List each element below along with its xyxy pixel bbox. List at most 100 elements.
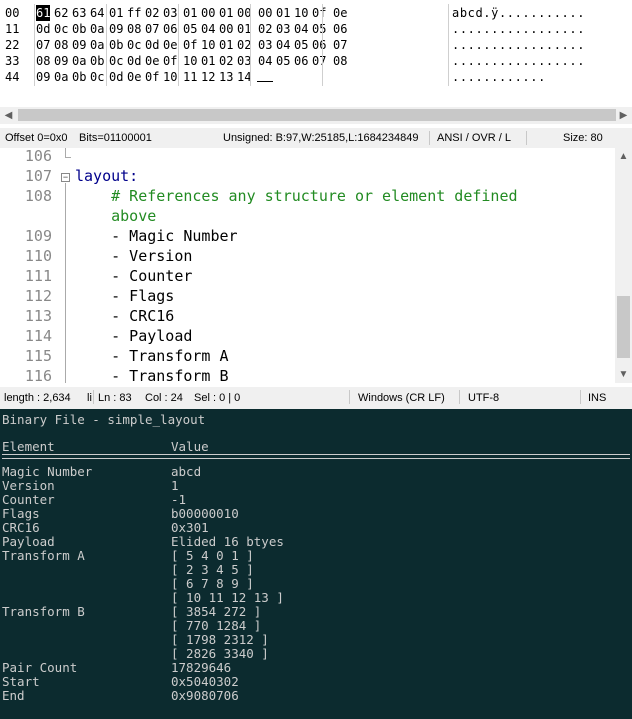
code-line[interactable]: 115 - Transform A (0, 346, 612, 366)
hex-byte[interactable]: 01 (201, 53, 215, 69)
hex-byte[interactable]: 0b (72, 69, 86, 85)
hex-byte[interactable]: 64 (90, 5, 104, 21)
hex-byte[interactable]: 09 (54, 53, 68, 69)
hex-byte[interactable]: 11 (183, 69, 197, 85)
hex-byte[interactable]: 08 (54, 37, 68, 53)
hex-byte[interactable]: 0a (54, 69, 68, 85)
hex-byte[interactable]: 10 (201, 37, 215, 53)
hex-byte[interactable]: ff (127, 5, 141, 21)
hex-byte[interactable]: 08 (333, 53, 347, 69)
hex-byte[interactable]: 0a (90, 21, 104, 37)
hex-byte[interactable]: 07 (145, 21, 159, 37)
code-editor-pane[interactable]: 106 107 layout: 108 # References any struct… (0, 148, 632, 383)
hex-byte[interactable]: 04 (294, 21, 308, 37)
hex-byte[interactable]: 08 (36, 53, 50, 69)
hex-byte[interactable]: 01 (219, 5, 233, 21)
hex-byte[interactable]: 09 (109, 21, 123, 37)
hex-byte[interactable]: 02 (219, 53, 233, 69)
hex-ascii-column[interactable]: ................. (452, 21, 585, 37)
hex-byte[interactable]: 07 (312, 53, 326, 69)
hex-byte[interactable]: 06 (163, 21, 177, 37)
code-line[interactable]: 111 - Counter (0, 266, 612, 286)
code-line[interactable]: 116 - Transform B (0, 366, 612, 383)
hex-byte[interactable]: 0b (90, 53, 104, 69)
scroll-right-arrow-icon[interactable]: ▶ (615, 107, 632, 124)
hex-byte[interactable]: 09 (36, 69, 50, 85)
hex-byte[interactable]: 00 (219, 21, 233, 37)
hex-byte[interactable]: 0d (145, 37, 159, 53)
code-line[interactable]: 109 - Magic Number (0, 226, 612, 246)
hex-byte[interactable]: 0c (54, 21, 68, 37)
hex-byte[interactable]: 0e (333, 5, 347, 21)
hex-byte[interactable]: 0e (127, 69, 141, 85)
hex-byte[interactable]: 01 (219, 37, 233, 53)
hex-byte[interactable]: 06 (294, 53, 308, 69)
hex-byte[interactable]: 05 (183, 21, 197, 37)
hex-byte[interactable]: 09 (72, 37, 86, 53)
hex-byte[interactable]: 0b (72, 21, 86, 37)
hex-byte[interactable]: 00 (258, 5, 272, 21)
hex-byte[interactable]: 08 (127, 21, 141, 37)
code-line[interactable]: above (0, 206, 612, 226)
encoding-status[interactable]: UTF-8 (468, 387, 499, 409)
ins-status[interactable]: INS (588, 387, 606, 409)
hex-byte[interactable]: 0f (183, 37, 197, 53)
hex-byte[interactable]: 02 (145, 5, 159, 21)
hex-byte[interactable]: 12 (201, 69, 215, 85)
hex-byte[interactable]: 13 (219, 69, 233, 85)
hex-byte[interactable]: 0c (127, 37, 141, 53)
scroll-left-arrow-icon[interactable]: ◀ (0, 107, 17, 124)
code-line[interactable]: 114 - Payload (0, 326, 612, 346)
hex-byte[interactable]: 04 (258, 53, 272, 69)
code-line[interactable]: 112 - Flags (0, 286, 612, 306)
hex-byte[interactable]: 0a (90, 37, 104, 53)
fold-collapse-icon[interactable]: − (61, 173, 70, 182)
hex-byte[interactable]: 00 (201, 5, 215, 21)
code-line[interactable]: 106 (0, 148, 612, 166)
hex-ascii-column[interactable]: ................. (452, 37, 585, 53)
hex-byte[interactable]: 01 (276, 5, 290, 21)
hex-ascii-column[interactable]: abcd.ÿ........... (452, 5, 585, 21)
hex-byte[interactable]: 03 (163, 5, 177, 21)
hex-byte[interactable]: 10 (183, 53, 197, 69)
hex-byte[interactable]: 01 (109, 5, 123, 21)
hex-byte[interactable]: 0a (72, 53, 86, 69)
hex-byte[interactable]: 06 (333, 21, 347, 37)
hex-byte[interactable]: 61 (36, 5, 51, 21)
hex-byte[interactable]: 0f (145, 69, 159, 85)
hex-editor-pane[interactable]: 00 61 62 63 64 01 ff 02 03 01 00 01 00 00 01 10 0f 0e abcd… (0, 0, 632, 129)
hex-byte[interactable]: 63 (72, 5, 86, 21)
hex-byte[interactable]: 62 (54, 5, 68, 21)
hex-byte[interactable]: 04 (276, 37, 290, 53)
hex-ascii-column[interactable]: ............ (452, 69, 546, 85)
hex-scroll-thumb[interactable] (18, 109, 616, 121)
hex-byte[interactable]: 0e (145, 53, 159, 69)
hex-byte[interactable]: 02 (258, 21, 272, 37)
hex-byte[interactable]: 0b (109, 37, 123, 53)
hex-byte[interactable]: 01 (183, 5, 197, 21)
hex-byte[interactable]: 0c (109, 53, 123, 69)
hex-byte[interactable]: 10 (294, 5, 308, 21)
hex-byte[interactable]: 0d (36, 21, 50, 37)
hex-byte[interactable]: 0d (127, 53, 141, 69)
code-line[interactable]: 113 - CRC16 (0, 306, 612, 326)
code-scroll-thumb[interactable] (617, 296, 630, 358)
scroll-up-arrow-icon[interactable]: ▲ (615, 148, 632, 165)
hex-byte[interactable]: 05 (276, 53, 290, 69)
eol-status[interactable]: Windows (CR LF) (358, 387, 445, 409)
hex-byte[interactable]: 0f (163, 53, 177, 69)
hex-byte[interactable]: 03 (276, 21, 290, 37)
hex-ascii-column[interactable]: ................. (452, 53, 585, 69)
code-line[interactable]: 110 - Version (0, 246, 612, 266)
hex-byte[interactable]: 0f (312, 5, 326, 21)
console-output[interactable]: Binary File - simple_layout Element Valu… (0, 409, 632, 719)
hex-horizontal-scrollbar[interactable]: ◀ ▶ (0, 107, 632, 124)
hex-byte[interactable]: 04 (201, 21, 215, 37)
hex-byte[interactable]: 07 (36, 37, 50, 53)
code-line[interactable]: 108 # References any structure or elemen… (0, 186, 612, 206)
hex-byte[interactable]: 06 (312, 37, 326, 53)
hex-byte[interactable]: 05 (312, 21, 326, 37)
code-line[interactable]: 107 layout: (0, 166, 612, 186)
hex-byte[interactable]: 10 (163, 69, 177, 85)
hex-byte[interactable]: 0e (163, 37, 177, 53)
